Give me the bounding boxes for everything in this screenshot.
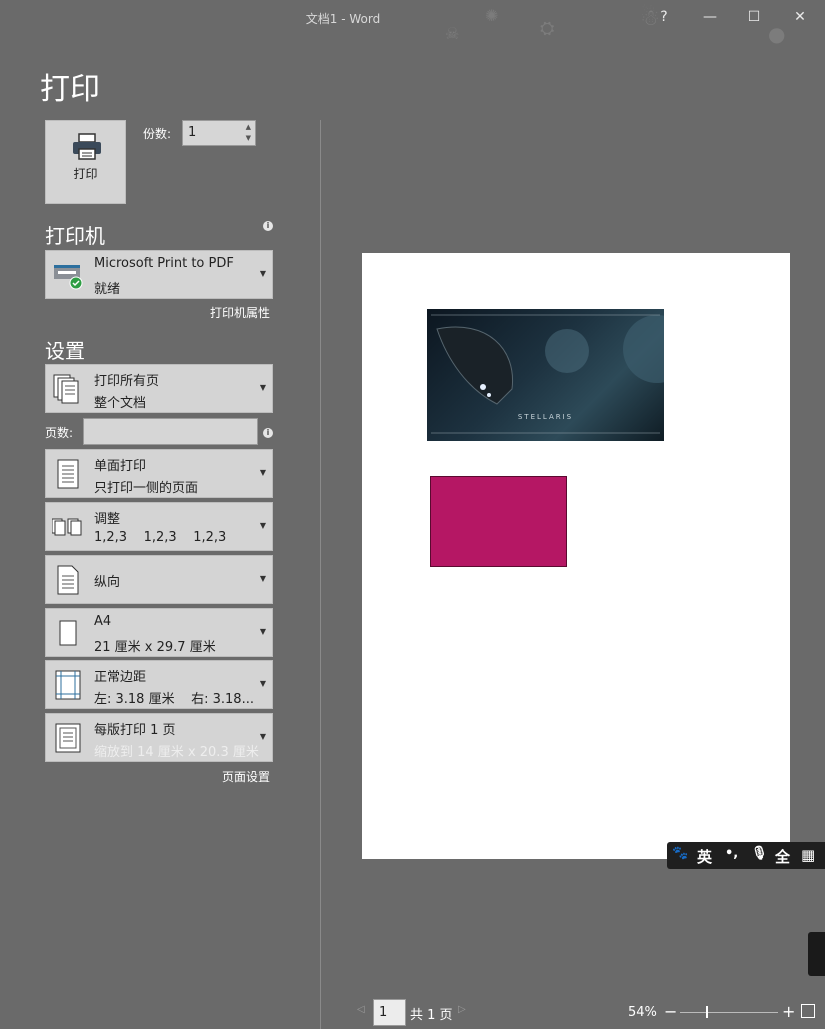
decor-bubble-icon: ● <box>768 22 786 46</box>
zoom-level[interactable]: 54% <box>628 1005 657 1020</box>
chevron-down-icon: ▼ <box>259 269 266 278</box>
printer-name: Microsoft Print to PDF <box>94 256 234 271</box>
copies-value: 1 <box>188 125 197 140</box>
zoom-to-page-icon[interactable] <box>801 1004 815 1018</box>
page-title: 打印 <box>40 72 100 107</box>
chevron-down-icon: ▼ <box>259 679 266 688</box>
collate-icon <box>52 518 82 536</box>
ime-menu-grid-icon[interactable]: ▦ <box>801 846 815 864</box>
printer-properties-link[interactable]: 打印机属性 <box>210 304 270 321</box>
all-pages-icon <box>53 374 79 404</box>
zoom-in-button[interactable]: + <box>782 1002 795 1021</box>
collate-dropdown[interactable]: 调整 1,2,3 1,2,3 1,2,3 ▼ <box>45 502 273 551</box>
margins-icon <box>55 670 81 700</box>
portrait-icon <box>57 565 79 595</box>
printer-section-title: 打印机 <box>45 224 105 248</box>
collate-label: 调整 <box>94 512 121 527</box>
side-panel-handle[interactable] <box>808 932 825 976</box>
print-button[interactable]: 打印 <box>45 120 126 204</box>
paper-size-label: A4 <box>94 614 112 629</box>
total-pages: 共 1 页 <box>410 1008 453 1023</box>
printer-info-icon[interactable]: i <box>263 221 273 231</box>
zoom-slider-track[interactable] <box>680 1012 778 1013</box>
maximize-button[interactable]: ☐ <box>740 6 768 28</box>
pages-info-icon[interactable]: i <box>263 428 273 438</box>
printer-status: 就绪 <box>94 282 121 297</box>
sides-dropdown[interactable]: 单面打印 只打印一侧的页面 ▼ <box>45 449 273 498</box>
orientation-dropdown[interactable]: 纵向 ▼ <box>45 555 273 604</box>
chevron-down-icon: ▼ <box>259 732 266 741</box>
preview-shape <box>430 476 567 567</box>
chevron-down-icon: ▼ <box>259 521 266 530</box>
preview-image-caption: STELLARIS <box>517 413 574 421</box>
ime-width-toggle[interactable]: 全 <box>775 846 790 867</box>
sides-label: 单面打印 <box>94 459 147 474</box>
paper-size-detail: 21 厘米 x 29.7 厘米 <box>94 640 216 655</box>
pages-per-sheet-icon <box>55 723 81 753</box>
next-page-icon[interactable]: ▷ <box>458 1004 466 1015</box>
zoom-out-button[interactable]: − <box>664 1002 677 1021</box>
paper-size-icon <box>59 620 77 646</box>
spaceship-artwork <box>431 314 664 434</box>
printer-dropdown[interactable]: Microsoft Print to PDF 就绪 ▼ <box>45 250 273 299</box>
title-bar: ☠ ✺ ⛭ ☃ ● 文档1 - Word ? — ☐ ✕ <box>0 0 825 46</box>
sides-detail: 只打印一侧的页面 <box>94 481 199 496</box>
paper-size-dropdown[interactable]: A4 21 厘米 x 29.7 厘米 ▼ <box>45 608 273 657</box>
printer-icon <box>73 133 101 160</box>
pages-per-sheet-dropdown[interactable]: 每版打印 1 页 缩放到 14 厘米 x 20.3 厘米 ▼ <box>45 713 273 762</box>
margins-dropdown[interactable]: 正常边距 左: 3.18 厘米 右: 3.18... ▼ <box>45 660 273 709</box>
ime-toolbar: 🐾 英 •, 🎙 全 ▦ <box>667 842 825 869</box>
current-page-input[interactable]: 1 <box>373 999 406 1026</box>
microphone-icon[interactable]: 🎙 <box>751 846 768 861</box>
orientation-label: 纵向 <box>94 575 121 590</box>
minimize-button[interactable]: — <box>696 6 724 28</box>
paw-icon[interactable]: 🐾 <box>672 846 688 861</box>
print-range-label: 打印所有页 <box>94 374 160 389</box>
chevron-down-icon: ▼ <box>259 574 266 583</box>
copies-spinner[interactable]: 1 ▲ ▼ <box>182 120 256 146</box>
pages-input[interactable] <box>83 418 258 445</box>
page-setup-link[interactable]: 页面设置 <box>222 768 270 785</box>
print-button-label: 打印 <box>73 167 98 181</box>
spin-down-icon[interactable]: ▼ <box>246 134 251 142</box>
collate-detail: 1,2,3 1,2,3 1,2,3 <box>94 530 227 545</box>
pages-per-sheet-detail: 缩放到 14 厘米 x 20.3 厘米 <box>94 745 259 760</box>
ime-language-toggle[interactable]: 英 <box>697 846 712 867</box>
spin-up-icon[interactable]: ▲ <box>246 123 251 131</box>
settings-section-title: 设置 <box>45 339 85 363</box>
pages-label: 页数: <box>45 426 74 440</box>
zoom-slider-thumb[interactable] <box>706 1006 708 1018</box>
pages-per-sheet-label: 每版打印 1 页 <box>94 723 176 738</box>
help-button[interactable]: ? <box>650 6 678 28</box>
window-title: 文档1 - Word <box>305 12 381 26</box>
one-sided-icon <box>57 459 79 489</box>
panel-divider <box>320 120 321 1029</box>
close-button[interactable]: ✕ <box>786 6 814 28</box>
print-range-detail: 整个文档 <box>94 396 147 411</box>
previous-page-icon[interactable]: ◁ <box>357 1004 365 1015</box>
margins-label: 正常边距 <box>94 670 147 685</box>
chevron-down-icon: ▼ <box>259 627 266 636</box>
print-range-dropdown[interactable]: 打印所有页 整个文档 ▼ <box>45 364 273 413</box>
copies-label: 份数: <box>143 127 172 141</box>
preview-image: STELLARIS <box>427 309 664 441</box>
chevron-down-icon: ▼ <box>259 468 266 477</box>
printer-device-icon <box>54 265 83 290</box>
margins-detail: 左: 3.18 厘米 右: 3.18... <box>94 692 254 707</box>
current-page-value: 1 <box>379 1005 388 1020</box>
ime-punctuation-toggle[interactable]: •, <box>725 846 738 861</box>
chevron-down-icon: ▼ <box>259 383 266 392</box>
